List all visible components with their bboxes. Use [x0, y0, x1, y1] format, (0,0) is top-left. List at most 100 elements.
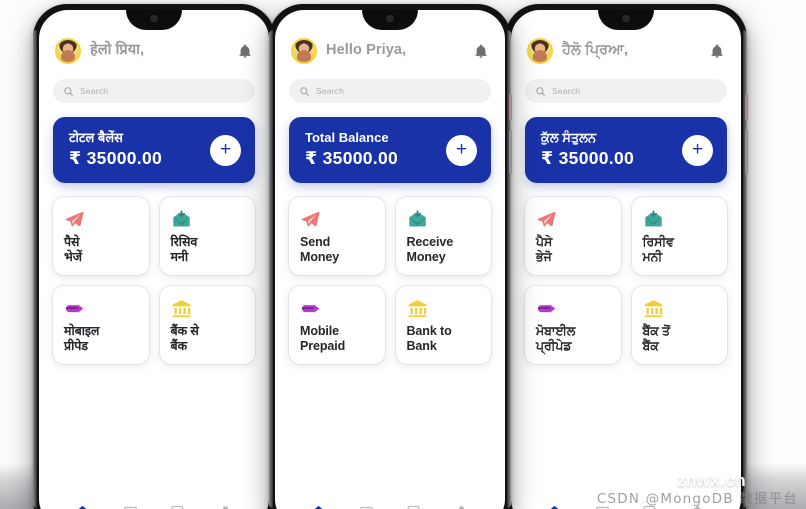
nav-home[interactable] — [547, 504, 562, 509]
quick-action-mobile-prepaid[interactable]: ਮੋਬਾਈਲ ਪ੍ਰੀਪੇਡ — [525, 286, 621, 364]
notification-bell-icon[interactable] — [237, 43, 253, 59]
screenshot-stage: हेलो प्रिया, Search टोटल बैलेंस ₹ 35000.… — [0, 0, 806, 509]
quick-action-icon — [171, 208, 246, 230]
balance-amount: ₹ 35000.00 — [69, 148, 163, 169]
add-money-button[interactable]: + — [446, 134, 477, 166]
phone-screen: ਹੈਲੋ ਪ੍ਰਿਆ, Search ਕੁੱਲ ਸੰਤੁਲਨ ₹ 35000.0… — [511, 10, 741, 509]
nav-home[interactable] — [75, 504, 90, 509]
quick-action-label: Bank to Bank — [406, 324, 452, 353]
notification-bell-icon[interactable] — [473, 43, 489, 59]
nav-reports[interactable] — [170, 504, 185, 509]
quick-action-icon — [64, 297, 139, 319]
person-icon — [458, 505, 464, 509]
send-plane-icon — [301, 211, 320, 226]
search-icon — [536, 86, 545, 96]
nav-profile[interactable] — [454, 504, 469, 509]
quick-action-label: ਪੈਸੇ ਭੇਜੋ — [536, 235, 553, 264]
bottom-navigation — [289, 496, 491, 509]
balance-amount: ₹ 35000.00 — [541, 148, 635, 169]
notification-bell-icon[interactable] — [709, 43, 725, 59]
quick-action-icon — [64, 208, 139, 230]
quick-action-send-plane[interactable]: पैसे भेजें — [53, 197, 149, 275]
app-header: ਹੈਲੋ ਪ੍ਰਿਆ, — [525, 32, 727, 68]
mobile-prepaid-icon — [65, 303, 84, 313]
quick-action-send-plane[interactable]: Send Money — [289, 197, 385, 275]
home-icon — [550, 505, 560, 509]
nav-cards[interactable] — [359, 504, 374, 509]
avatar[interactable] — [55, 38, 81, 64]
quick-action-receive-envelope[interactable]: ਰਿਸੀਵ ਮਨੀ — [631, 197, 727, 275]
search-bar[interactable]: Search — [53, 79, 255, 103]
quick-action-icon — [536, 297, 611, 319]
quick-action-icon — [300, 297, 375, 319]
search-bar[interactable]: Search — [525, 79, 727, 103]
front-camera-icon — [150, 15, 158, 22]
quick-action-label: ਮੋਬਾਈਲ ਪ੍ਰੀਪੇਡ — [536, 324, 576, 353]
add-money-button[interactable]: + — [682, 134, 713, 166]
bank-building-icon — [644, 299, 662, 317]
quick-action-label: Receive Money — [406, 235, 454, 264]
quick-action-receive-envelope[interactable]: रिसिव मनी — [159, 197, 255, 275]
receive-envelope-icon — [408, 209, 426, 226]
phone-side-button-volume[interactable] — [509, 130, 512, 174]
balance-label: टोटल बैलेंस — [69, 130, 123, 146]
send-plane-icon — [65, 211, 84, 226]
quick-action-icon — [643, 208, 718, 230]
reports-icon — [407, 505, 420, 509]
phone-device-hindi: हेलो प्रिया, Search टोटल बैलेंस ₹ 35000.… — [33, 4, 276, 509]
nav-reports[interactable] — [642, 504, 657, 509]
card-icon — [595, 506, 609, 509]
nav-home[interactable] — [311, 504, 326, 509]
quick-action-bank-building[interactable]: ਬੈਂਕ ਤੋਂ ਬੈਂਕ — [631, 286, 727, 364]
quick-action-icon — [171, 297, 246, 319]
wallet-app: ਹੈਲੋ ਪ੍ਰਿਆ, Search ਕੁੱਲ ਸੰਤੁਲਨ ₹ 35000.0… — [511, 10, 741, 509]
app-header: हेलो प्रिया, — [53, 32, 255, 68]
app-header: Hello Priya, — [289, 32, 491, 68]
search-icon — [64, 86, 73, 96]
search-input[interactable]: Search — [552, 86, 580, 96]
total-balance-card: टोटल बैलेंस ₹ 35000.00 + — [53, 117, 255, 183]
receive-envelope-icon — [644, 209, 662, 226]
quick-action-bank-building[interactable]: बैंक से बैंक — [159, 286, 255, 364]
quick-action-label: Send Money — [300, 235, 340, 264]
quick-action-label: मोबाइल प्रीपेड — [64, 324, 100, 353]
balance-amount: ₹ 35000.00 — [305, 148, 399, 169]
quick-action-send-plane[interactable]: ਪੈਸੇ ਭੇਜੋ — [525, 197, 621, 275]
search-input[interactable]: Search — [80, 86, 108, 96]
nav-cards[interactable] — [123, 504, 138, 509]
quick-action-label: ਰਿਸੀਵ ਮਨੀ — [642, 235, 674, 264]
add-money-button[interactable]: + — [210, 134, 241, 166]
quick-action-icon — [300, 208, 375, 230]
quick-action-label: बैंक से बैंक — [170, 324, 199, 353]
quick-action-icon — [643, 297, 718, 319]
quick-action-bank-building[interactable]: Bank to Bank — [395, 286, 491, 364]
quick-action-receive-envelope[interactable]: Receive Money — [395, 197, 491, 275]
nav-profile[interactable] — [218, 504, 233, 509]
search-input[interactable]: Search — [316, 86, 344, 96]
reports-icon — [643, 505, 656, 509]
quick-action-mobile-prepaid[interactable]: मोबाइल प्रीपेड — [53, 286, 149, 364]
avatar[interactable] — [291, 38, 317, 64]
nav-reports[interactable] — [406, 504, 421, 509]
total-balance-card: Total Balance ₹ 35000.00 + — [289, 117, 491, 183]
nav-cards[interactable] — [595, 504, 610, 509]
phone-side-button-power[interactable] — [745, 94, 748, 120]
quick-action-icon — [407, 297, 482, 319]
phone-side-button-volume[interactable] — [745, 130, 748, 174]
receive-envelope-icon — [172, 209, 190, 226]
front-camera-icon — [622, 15, 630, 22]
send-plane-icon — [537, 211, 556, 226]
nav-profile[interactable] — [690, 504, 705, 509]
quick-action-label: पैसे भेजें — [64, 235, 82, 264]
quick-action-mobile-prepaid[interactable]: Mobile Prepaid — [289, 286, 385, 364]
phone-side-button-power[interactable] — [509, 94, 512, 120]
search-bar[interactable]: Search — [289, 79, 491, 103]
phone-device-english: Hello Priya, Search Total Balance ₹ 3500… — [269, 4, 512, 509]
phone-screen: हेलो प्रिया, Search टोटल बैलेंस ₹ 35000.… — [39, 10, 269, 509]
card-icon — [359, 506, 373, 509]
mobile-prepaid-icon — [537, 303, 556, 313]
avatar[interactable] — [527, 38, 553, 64]
